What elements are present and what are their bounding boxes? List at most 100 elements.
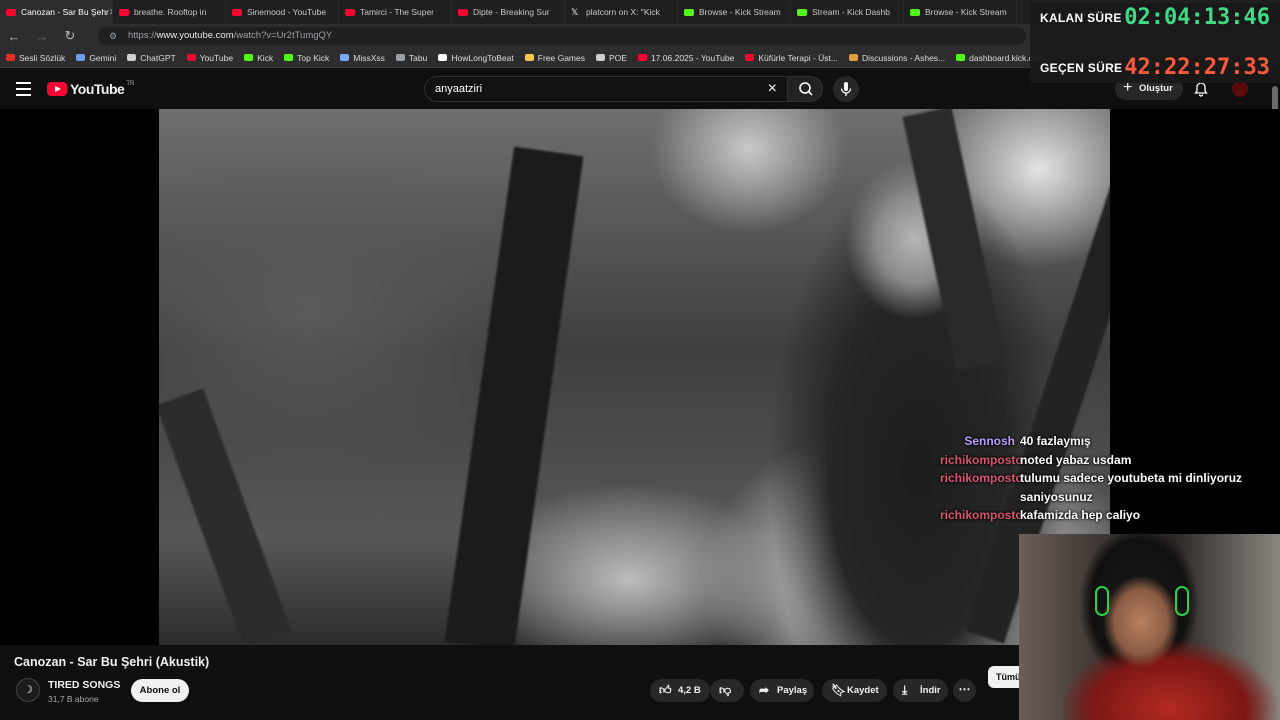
channel-avatar[interactable]: ☽ <box>16 678 40 702</box>
bookmark-label: Küfürle Terapi - Üst... <box>758 52 838 63</box>
youtube-icon <box>458 8 468 16</box>
bookmark-favicon-icon <box>745 54 755 61</box>
bookmark-label: Discussions - Ashes... <box>862 52 946 63</box>
bookmark-label: Kick <box>257 52 274 63</box>
filter-chip-all[interactable]: Tümü <box>988 666 1021 688</box>
reload-icon[interactable]: ↻ <box>56 28 84 44</box>
stream-chat-overlay: Sennosh 40 fazlaymış richikomposto noted ya… <box>940 432 1260 525</box>
channel-name[interactable]: TIRED SONGS <box>48 679 120 691</box>
youtube-icon <box>345 8 355 16</box>
voice-search-button[interactable] <box>833 76 859 102</box>
bookmark-label: Top Kick <box>297 52 330 63</box>
bookmark-item[interactable]: Tabu <box>395 52 428 63</box>
subscribe-button[interactable]: Abone ol <box>131 679 189 702</box>
bookmark-item[interactable]: Top Kick <box>284 53 329 63</box>
url-field[interactable]: ⚙ https://www.youtube.com/watch?v=Ur2tTu… <box>98 27 1026 45</box>
tab-title: platcorn on X: "Kick <box>586 7 660 17</box>
region-code: TR <box>126 81 135 87</box>
clear-search-icon[interactable]: × <box>768 77 777 101</box>
search-button[interactable] <box>787 76 823 102</box>
bookmark-item[interactable]: Kick <box>244 53 273 63</box>
more-actions-button[interactable]: ⋯ <box>953 679 976 702</box>
share-label: Paylaş <box>777 685 808 696</box>
url-path: /watch?v=Ur2tTumgQY <box>233 30 333 41</box>
download-label: İndir <box>920 685 941 696</box>
chat-text: 40 fazlaymış <box>1020 434 1091 448</box>
browser-tab[interactable]: Canozan - Sar Bu Şehr✕ <box>0 0 113 24</box>
browser-tab[interactable]: Sinemood - YouTube <box>226 0 339 24</box>
bookmark-item[interactable]: Gemini <box>76 53 116 63</box>
tab-title: Tamirci - The Super <box>360 7 435 17</box>
tab-title: Browse - Kick Stream <box>699 7 781 17</box>
site-info-icon[interactable]: ⚙ <box>109 27 117 45</box>
bookmark-label: HowLongToBeat <box>451 52 514 63</box>
chat-username: richikomposto <box>940 471 1023 485</box>
youtube-icon <box>119 8 129 16</box>
browser-tab[interactable]: Browse - Kick Stream <box>904 0 1017 24</box>
bookmark-label: Tabu <box>408 52 428 63</box>
bookmark-item[interactable]: Sesli Sözlük <box>6 53 65 63</box>
tab-title: Stream - Kick Dashb <box>812 7 890 17</box>
save-button[interactable]: 🔖︎ Kaydet <box>822 679 887 702</box>
browser-tab[interactable]: Stream - Kick Dashb <box>791 0 904 24</box>
remaining-time-label: KALAN SÜRE <box>1040 11 1122 25</box>
save-label: Kaydet <box>847 685 879 696</box>
bookmark-favicon-icon <box>244 54 254 61</box>
subscriber-count: 31,7 B abone <box>48 694 99 704</box>
more-icon: ⋯ <box>958 682 971 696</box>
bookmark-icon: 🔖︎ <box>831 683 847 697</box>
tab-title: Sinemood - YouTube <box>247 7 327 17</box>
thumbs-down-icon: 👎︎ <box>719 683 732 697</box>
notifications-button[interactable] <box>1193 81 1209 102</box>
chat-username: richikomposto <box>940 508 1023 522</box>
bookmark-favicon-icon <box>849 54 858 61</box>
bookmark-favicon-icon <box>340 54 350 61</box>
bookmark-item[interactable]: ChatGPT <box>127 53 176 63</box>
url-prefix: https:// <box>128 30 157 41</box>
bookmark-item[interactable]: Free Games <box>524 53 585 63</box>
like-button[interactable]: 👍︎ 4,2 B <box>650 679 710 702</box>
bookmark-item[interactable]: HowLongToBeat <box>438 52 514 63</box>
browser-tab[interactable]: breathe. Rooftop in <box>113 0 226 24</box>
chat-username: richikomposto <box>940 452 1023 467</box>
browser-tab[interactable]: 𝕏platcorn on X: "Kick <box>565 0 678 24</box>
bookmark-favicon-icon <box>127 54 137 61</box>
download-button[interactable]: ⤓ İndir <box>893 679 948 702</box>
bookmark-item[interactable]: Discussions - Ashes... <box>849 53 945 63</box>
chat-message: richikomposto tulumu sadece youtubeta mi … <box>940 469 1260 506</box>
bookmark-item[interactable]: POE <box>596 53 627 63</box>
search-value: anyaatziri <box>435 83 483 95</box>
stream-timer-overlay: KALAN SÜRE 02:04:13:46 GEÇEN SÜRE 42:22:… <box>1030 3 1280 83</box>
bookmark-label: POE <box>609 52 627 63</box>
dislike-button[interactable]: 👎︎ <box>710 679 744 702</box>
create-label: Oluştur <box>1139 83 1173 94</box>
kick-icon <box>910 8 920 16</box>
chat-message: richikomposto noted yabaz usdam <box>940 451 1260 470</box>
account-avatar[interactable] <box>1232 81 1248 97</box>
tree-trunk <box>444 146 584 645</box>
share-icon: ➦ <box>759 683 770 697</box>
bookmark-label: MissXss <box>353 52 385 63</box>
like-count: 4,2 B <box>678 685 701 696</box>
youtube-logo[interactable]: YouTube TR <box>47 81 134 97</box>
browser-tab[interactable]: Browse - Kick Stream <box>678 0 791 24</box>
menu-icon[interactable] <box>16 82 31 100</box>
chat-text: noted yabaz usdam <box>1020 452 1132 467</box>
x-icon: 𝕏 <box>571 7 579 17</box>
chat-message: Sennosh 40 fazlaymış <box>940 432 1260 451</box>
tab-title: Canozan - Sar Bu Şehr <box>21 7 109 17</box>
forward-arrow-icon[interactable]: → <box>28 29 56 44</box>
search-input[interactable]: anyaatziri × <box>424 76 787 102</box>
video-frame <box>159 109 1110 645</box>
browser-tab[interactable]: Dipte - Breaking Sur <box>452 0 565 24</box>
bookmark-item[interactable]: Küfürle Terapi - Üst... <box>745 53 838 63</box>
bookmark-item[interactable]: MissXss <box>340 53 385 63</box>
bookmark-label: 17.06.2025 - YouTube <box>650 52 735 63</box>
back-arrow-icon[interactable]: ← <box>0 29 28 44</box>
url-domain: www.youtube.com <box>156 30 234 41</box>
browser-tab[interactable]: Tamirci - The Super <box>339 0 452 24</box>
bookmark-favicon-icon <box>6 54 15 61</box>
bookmark-item[interactable]: YouTube <box>186 53 233 63</box>
bookmark-item[interactable]: 17.06.2025 - YouTube <box>637 52 735 63</box>
share-button[interactable]: ➦ Paylaş <box>750 679 814 702</box>
